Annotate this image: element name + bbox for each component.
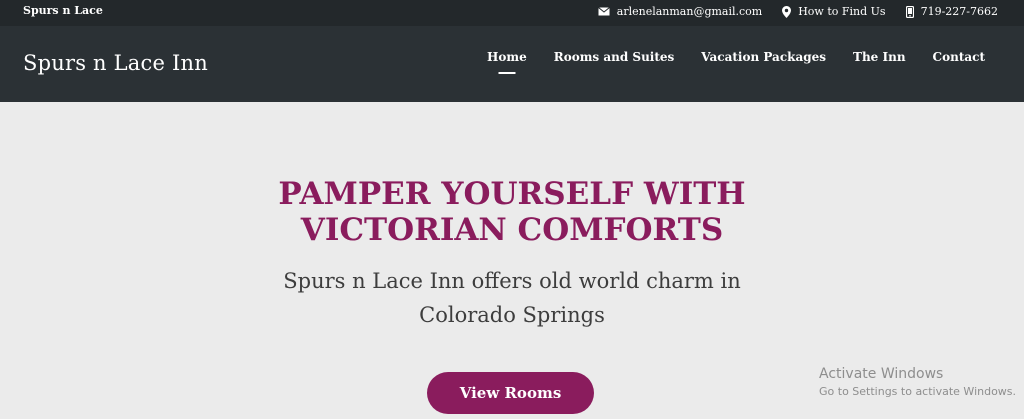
hero-subline-line-2: Colorado Springs	[419, 303, 605, 327]
site-short-name: Spurs n Lace	[23, 4, 103, 17]
main-nav: Home Rooms and Suites Vacation Packages …	[460, 50, 985, 64]
find-us-link[interactable]: How to Find Us	[782, 5, 886, 18]
hero-headline-line-1: PAMPER YOURSELF WITH	[278, 176, 746, 212]
nav-item-the-inn[interactable]: The Inn	[853, 50, 906, 64]
map-pin-icon	[782, 5, 798, 18]
top-bar: Spurs n Lace arlenelanman@gmail.com How …	[0, 0, 1024, 26]
hero-subline: Spurs n Lace Inn offers old world charm …	[262, 264, 762, 332]
nav-item-vacation-packages[interactable]: Vacation Packages	[701, 50, 826, 64]
activate-windows-watermark: Activate Windows Go to Settings to activ…	[819, 366, 1016, 398]
activate-windows-subtitle: Go to Settings to activate Windows.	[819, 385, 1017, 398]
email-text: arlenelanman@gmail.com	[616, 5, 763, 18]
hero-headline: PAMPER YOURSELF WITH VICTORIAN COMFORTS	[0, 176, 1024, 248]
hero-headline-line-2: VICTORIAN COMFORTS	[300, 212, 724, 248]
phone-link[interactable]: 719-227-7662	[905, 5, 998, 18]
contact-links: arlenelanman@gmail.com How to Find Us 71…	[578, 5, 998, 18]
envelope-icon	[597, 7, 617, 16]
view-rooms-button[interactable]: View Rooms	[427, 372, 594, 414]
hero-subline-line-1: Spurs n Lace Inn offers old world charm …	[283, 269, 741, 293]
phone-text: 719-227-7662	[920, 5, 998, 18]
nav-item-home[interactable]: Home	[487, 50, 527, 64]
email-link[interactable]: arlenelanman@gmail.com	[597, 5, 763, 18]
find-us-text: How to Find Us	[798, 5, 886, 18]
nav-item-contact[interactable]: Contact	[933, 50, 985, 64]
phone-icon	[905, 5, 921, 18]
main-header: Spurs n Lace Inn Home Rooms and Suites V…	[0, 26, 1024, 102]
activate-windows-title: Activate Windows	[819, 366, 944, 382]
nav-item-rooms-and-suites[interactable]: Rooms and Suites	[554, 50, 675, 64]
site-brand[interactable]: Spurs n Lace Inn	[23, 51, 208, 75]
